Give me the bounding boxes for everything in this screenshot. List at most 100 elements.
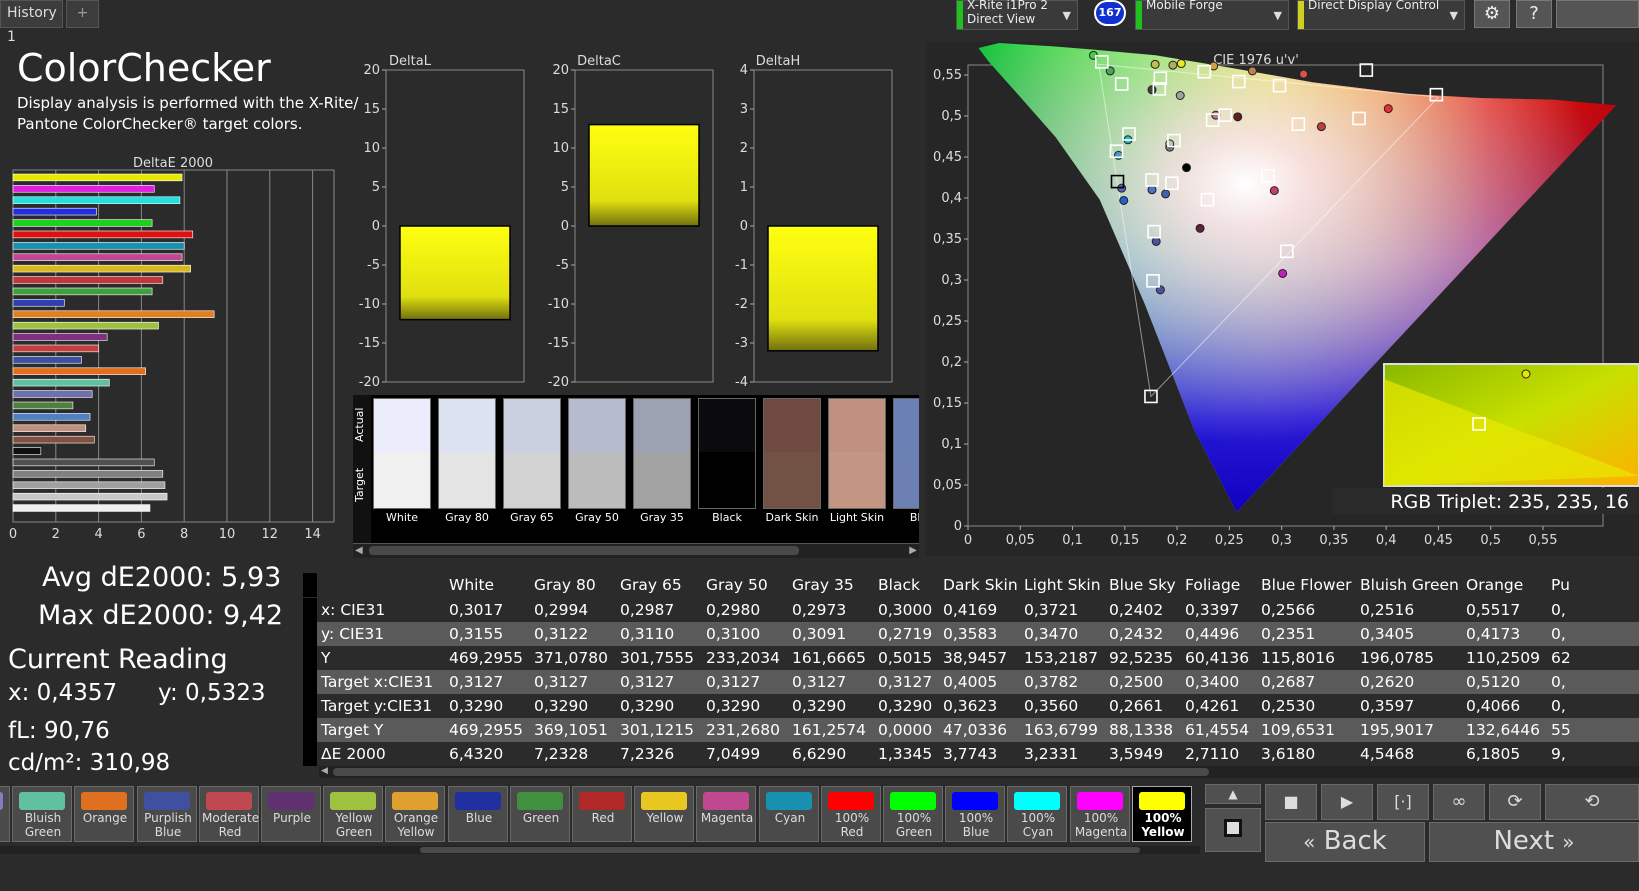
deltae-bar: [12, 367, 146, 375]
patch-color-chip: [1014, 792, 1060, 810]
scroll-thumb[interactable]: [420, 847, 1140, 853]
stop-square-button[interactable]: [1205, 808, 1261, 852]
device-dropdown-display-control[interactable]: Direct Display Control ▼: [1297, 0, 1465, 30]
patch-select-label: Yellow Green: [335, 811, 373, 839]
device-dropdown-meter[interactable]: X-Rite i1Pro 2 Direct View ▼: [956, 0, 1078, 30]
panel-title: DeltaL: [389, 54, 432, 69]
step-button[interactable]: [·]: [1377, 784, 1429, 820]
patch-pair: Gray 65: [503, 398, 561, 528]
patch-select-button[interactable]: Cyan: [759, 786, 819, 842]
reading-cdm2: cd/m²: 310,98: [8, 750, 171, 776]
patch-select-button[interactable]: Purple: [261, 786, 321, 842]
deltae-bar: [12, 504, 151, 512]
scroll-thumb[interactable]: [369, 546, 799, 555]
stop-button[interactable]: ■: [1265, 784, 1317, 820]
device-dropdown-pattern-generator[interactable]: Mobile Forge ▼: [1135, 0, 1289, 30]
table-cell: 0,3721: [1024, 601, 1079, 619]
patch-select-button[interactable]: Orange Yellow: [385, 786, 445, 842]
patch-color-chip: [455, 792, 501, 810]
table-cell: 0,3127: [449, 673, 504, 691]
table-cell: 0,5120: [1466, 673, 1521, 691]
y-tick-label: 10: [363, 141, 380, 156]
table-cell: 0,2566: [1261, 601, 1316, 619]
patch-selector-scrollbar[interactable]: [0, 846, 1200, 854]
patch-select-button[interactable]: Bluish Green: [12, 786, 72, 842]
y-tick-label: 20: [552, 63, 569, 78]
target-patch: [633, 452, 691, 509]
table-cell: 161,2574: [792, 721, 866, 739]
patch-select-button[interactable]: 100% Yellow: [1132, 786, 1192, 842]
x-tick-label: 4: [94, 527, 102, 542]
actual-patch: [828, 398, 886, 454]
target-patch: [438, 452, 496, 509]
patch-select-button[interactable]: 100% Magenta: [1070, 786, 1130, 842]
y-tick-label: 20: [363, 63, 380, 78]
patch-list: White Gray 80 Gray 65 Gray 50 Gray 35 Black Da…: [371, 398, 919, 530]
scroll-left-icon[interactable]: ◀: [355, 545, 363, 556]
y-tick-label: 0,55: [933, 68, 962, 83]
patch-select-label: 100% Yellow: [1141, 811, 1185, 839]
table-cell: 0,3560: [1024, 697, 1079, 715]
patch-select-button[interactable]: 100% Cyan: [1007, 786, 1067, 842]
target-patch: [503, 452, 561, 509]
table-cell: 3,5949: [1109, 745, 1164, 763]
double-chevron-left-icon: «: [1303, 830, 1316, 854]
patch-scrollbar[interactable]: ◀ ▶: [353, 543, 919, 558]
refresh-alt-icon: ⟲: [1584, 791, 1600, 812]
x-tick-label: 0,45: [1424, 533, 1453, 548]
patch-select-button[interactable]: Red: [572, 786, 632, 842]
scroll-left-icon[interactable]: ◀: [321, 766, 328, 776]
refresh-button[interactable]: ⟳: [1489, 784, 1541, 820]
rgb-triplet-label: RGB Triplet: 235, 235, 16: [1390, 491, 1629, 513]
patch-select-button[interactable]: Purplish Blue: [137, 786, 197, 842]
table-cell: 3,2331: [1024, 745, 1079, 763]
patch-select-button[interactable]: Magenta: [696, 786, 756, 842]
measured-point: [1383, 104, 1393, 114]
status-indicator: [1136, 1, 1142, 29]
y-tick-label: 15: [363, 102, 380, 117]
patch-select-label: 100% Red: [834, 811, 870, 839]
deltae-bar: [12, 378, 110, 387]
patch-select-button[interactable]: Moderate Red: [199, 786, 259, 842]
y-tick-label: -10: [359, 297, 380, 312]
patch-select-button[interactable]: 100% Green: [883, 786, 943, 842]
y-tick-label: 0,25: [933, 314, 962, 329]
x-tick-label: 0: [964, 533, 972, 548]
extra-button[interactable]: ⟲: [1545, 784, 1639, 820]
patch-select-button[interactable]: Green: [510, 786, 570, 842]
window-controls[interactable]: [1556, 0, 1639, 28]
table-cell: 0,3782: [1024, 673, 1079, 691]
measured-point: [1269, 186, 1279, 196]
patch-select-button[interactable]: 100% Red: [821, 786, 881, 842]
patch-select-button[interactable]: Yellow Green: [323, 786, 383, 842]
patch-select-button[interactable]: er: [0, 786, 10, 842]
next-button[interactable]: Next »: [1429, 822, 1639, 862]
scroll-up-button[interactable]: ▲: [1205, 784, 1261, 804]
column-header: Gray 80: [534, 576, 596, 594]
patch-color-chip: [766, 792, 812, 810]
patch-select-button[interactable]: Blue: [448, 786, 508, 842]
deltae-bar: [12, 242, 185, 250]
help-button[interactable]: ?: [1516, 0, 1552, 28]
table-cell: 0,: [1551, 697, 1566, 715]
patch-select-button[interactable]: Yellow: [634, 786, 694, 842]
back-button[interactable]: « Back: [1265, 822, 1425, 862]
settings-button[interactable]: ⚙: [1474, 0, 1510, 28]
loop-button[interactable]: ∞: [1433, 784, 1485, 820]
actual-patch: [698, 398, 756, 454]
patch-select-button[interactable]: Orange: [74, 786, 134, 842]
patch-pair: Gray 50: [568, 398, 626, 528]
patch-select-button[interactable]: 100% Blue: [945, 786, 1005, 842]
reading-fl: fL: 90,76: [8, 718, 110, 744]
add-tab-button[interactable]: +: [66, 0, 99, 28]
play-button[interactable]: ▶: [1321, 784, 1373, 820]
deltae-bar: [12, 173, 183, 182]
patch-select-label: Red: [591, 811, 615, 825]
scroll-right-icon[interactable]: ▶: [909, 545, 917, 556]
tab-history-1[interactable]: History 1: [0, 0, 63, 45]
patch-color-chip: [19, 792, 65, 810]
table-scrollbar[interactable]: ◀: [319, 766, 1639, 778]
row-selector-cell: [303, 573, 317, 597]
scroll-thumb[interactable]: [333, 768, 1209, 776]
x-tick-label: 0,05: [1006, 533, 1035, 548]
